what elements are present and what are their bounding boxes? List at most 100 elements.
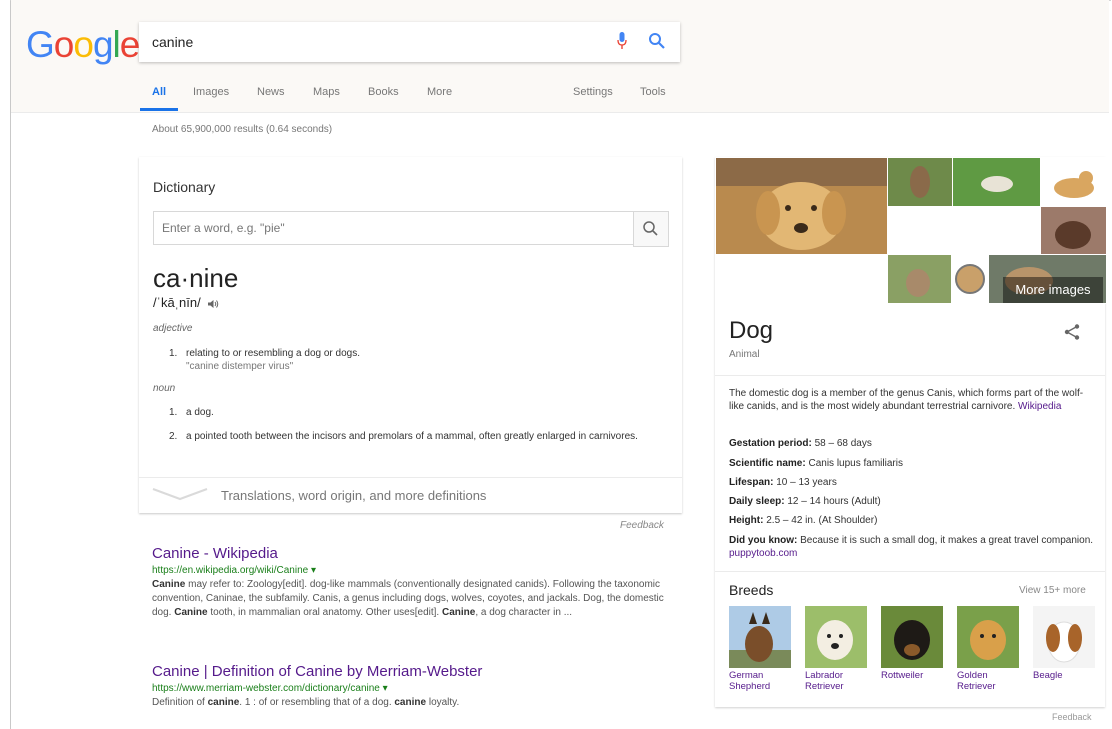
definition-item: 1. relating to or resembling a dog or do… xyxy=(169,347,649,377)
more-images-button[interactable]: More images xyxy=(1003,277,1103,303)
speaker-icon[interactable] xyxy=(207,299,219,309)
fact-label[interactable]: Scientific name: xyxy=(729,458,806,469)
result-snippet: Definition of canine. 1 : of or resembli… xyxy=(152,696,672,710)
definition-text: a pointed tooth between the incisors and… xyxy=(186,431,638,442)
tab-news[interactable]: News xyxy=(257,86,285,98)
snippet-text: , a dog character in ... xyxy=(475,607,573,618)
breed-photo xyxy=(805,606,867,668)
fact-value: Canis lupus familiaris xyxy=(805,458,903,469)
did-you-know-label: Did you know: xyxy=(729,535,798,546)
snippet-highlight: canine xyxy=(394,697,427,708)
result-title-link[interactable]: Canine - Wikipedia xyxy=(152,545,672,562)
fact-row: Gestation period: 58 – 68 days xyxy=(729,437,1095,450)
did-you-know-source-link[interactable]: puppytoob.com xyxy=(729,548,797,559)
breed-photo xyxy=(1033,606,1095,668)
breed-card[interactable]: Beagle xyxy=(1033,606,1097,681)
tab-images[interactable]: Images xyxy=(193,86,229,98)
fact-row: Lifespan: 10 – 13 years xyxy=(729,476,1095,489)
breed-card[interactable]: Golden Retriever xyxy=(957,606,1021,692)
pronunciation: /ˈkāˌnīn/ xyxy=(153,295,219,310)
part-of-speech-noun: noun xyxy=(153,383,176,394)
breed-name: German Shepherd xyxy=(729,670,771,692)
tab-all[interactable]: All xyxy=(152,86,166,98)
more-definitions-link[interactable]: Translations, word origin, and more defi… xyxy=(221,488,486,503)
fact-value: 10 – 13 years xyxy=(773,477,837,488)
divider xyxy=(139,477,682,478)
result-title-link[interactable]: Canine | Definition of Canine by Merriam… xyxy=(152,663,672,680)
fact-row: Height: 2.5 – 42 in. (At Shoulder) xyxy=(729,514,1095,527)
entity-description: The domestic dog is a member of the genu… xyxy=(729,387,1095,413)
tab-settings[interactable]: Settings xyxy=(573,86,613,98)
headword: ca·nine xyxy=(153,263,239,293)
definition-number: 2. xyxy=(169,431,178,442)
microphone-icon[interactable] xyxy=(617,32,627,50)
feedback-link[interactable]: Feedback xyxy=(620,520,664,531)
dictionary-card: Dictionary Enter a word, e.g. "pie" ca·n… xyxy=(139,157,682,513)
active-tab-indicator xyxy=(140,108,178,111)
entity-title: Dog xyxy=(729,317,774,344)
dictionary-search-button[interactable] xyxy=(633,211,669,247)
tab-more[interactable]: More xyxy=(427,86,452,98)
breed-card[interactable]: Rottweiler xyxy=(881,606,945,681)
definition-number: 1. xyxy=(169,348,178,359)
breeds-heading[interactable]: Breeds xyxy=(729,582,773,598)
dog-photo[interactable] xyxy=(952,157,1041,207)
fact-value: 58 – 68 days xyxy=(811,438,872,449)
dog-photo[interactable] xyxy=(1040,206,1107,256)
result-snippet: Canine may refer to: Zoology[edit]. dog-… xyxy=(152,578,672,620)
search-input[interactable]: canine xyxy=(152,34,193,50)
divider xyxy=(715,571,1105,572)
dog-photo[interactable] xyxy=(887,157,953,207)
fact-value: 2.5 – 42 in. (At Shoulder) xyxy=(763,515,878,526)
chevron-down-icon[interactable] xyxy=(151,487,209,501)
part-of-speech-adjective: adjective xyxy=(153,323,193,334)
feedback-link[interactable]: Feedback xyxy=(1052,712,1092,722)
result-url[interactable]: https://en.wikipedia.org/wiki/Canine ▾ xyxy=(152,565,672,576)
definition-item: 2. a pointed tooth between the incisors … xyxy=(169,430,649,458)
tab-maps[interactable]: Maps xyxy=(313,86,340,98)
snippet-highlight: Canine xyxy=(174,607,208,618)
breed-name: Rottweiler xyxy=(881,670,924,681)
result-url[interactable]: https://www.merriam-webster.com/dictiona… xyxy=(152,683,672,694)
fact-row: Scientific name: Canis lupus familiaris xyxy=(729,457,1095,470)
breed-photo xyxy=(881,606,943,668)
breed-card[interactable]: German Shepherd xyxy=(729,606,793,692)
dog-photo[interactable] xyxy=(951,254,989,304)
fact-label[interactable]: Height: xyxy=(729,515,763,526)
pronunciation-text: /ˈkāˌnīn/ xyxy=(153,295,201,310)
dictionary-search-input[interactable]: Enter a word, e.g. "pie" xyxy=(153,211,635,245)
dog-photo-main[interactable] xyxy=(715,157,888,255)
fact-label[interactable]: Lifespan: xyxy=(729,477,773,488)
breed-photo xyxy=(729,606,791,668)
wikipedia-link[interactable]: Wikipedia xyxy=(1018,401,1061,412)
logo-letter: l xyxy=(112,24,121,65)
definition-item: 1. a dog. xyxy=(169,406,649,420)
tab-tools[interactable]: Tools xyxy=(640,86,666,98)
search-result: Canine - Wikipedia https://en.wikipedia.… xyxy=(152,545,672,620)
dog-photo[interactable] xyxy=(887,254,952,304)
share-icon[interactable] xyxy=(1063,323,1081,341)
snippet-highlight: Canine xyxy=(152,579,186,590)
view-more-breeds-link[interactable]: View 15+ more xyxy=(1019,585,1086,596)
search-result: Canine | Definition of Canine by Merriam… xyxy=(152,663,672,710)
definition-text-block: relating to or resembling a dog or dogs.… xyxy=(186,347,656,373)
definition-example: "canine distemper virus" xyxy=(186,361,294,372)
result-stats: About 65,900,000 results (0.64 seconds) xyxy=(152,124,333,135)
fact-label[interactable]: Gestation period: xyxy=(729,438,812,449)
divider xyxy=(715,375,1105,376)
logo-letter: g xyxy=(92,24,114,65)
search-box[interactable]: canine xyxy=(139,22,680,62)
fact-label[interactable]: Daily sleep: xyxy=(729,496,785,507)
knowledge-panel: More images Dog Animal The domestic dog … xyxy=(715,157,1107,707)
definition-text: a dog. xyxy=(186,407,214,418)
dog-photo[interactable] xyxy=(1040,157,1107,207)
logo-letter: e xyxy=(119,24,141,65)
google-logo[interactable]: Google xyxy=(26,24,141,66)
tab-books[interactable]: Books xyxy=(368,86,399,98)
breed-card[interactable]: Labrador Retriever xyxy=(805,606,869,692)
search-icon[interactable] xyxy=(648,32,666,50)
search-icon xyxy=(643,221,658,236)
snippet-text: . 1 : of or resembling that of a dog. xyxy=(239,697,395,708)
breed-photo xyxy=(957,606,1019,668)
snippet-text: Definition of xyxy=(152,697,208,708)
